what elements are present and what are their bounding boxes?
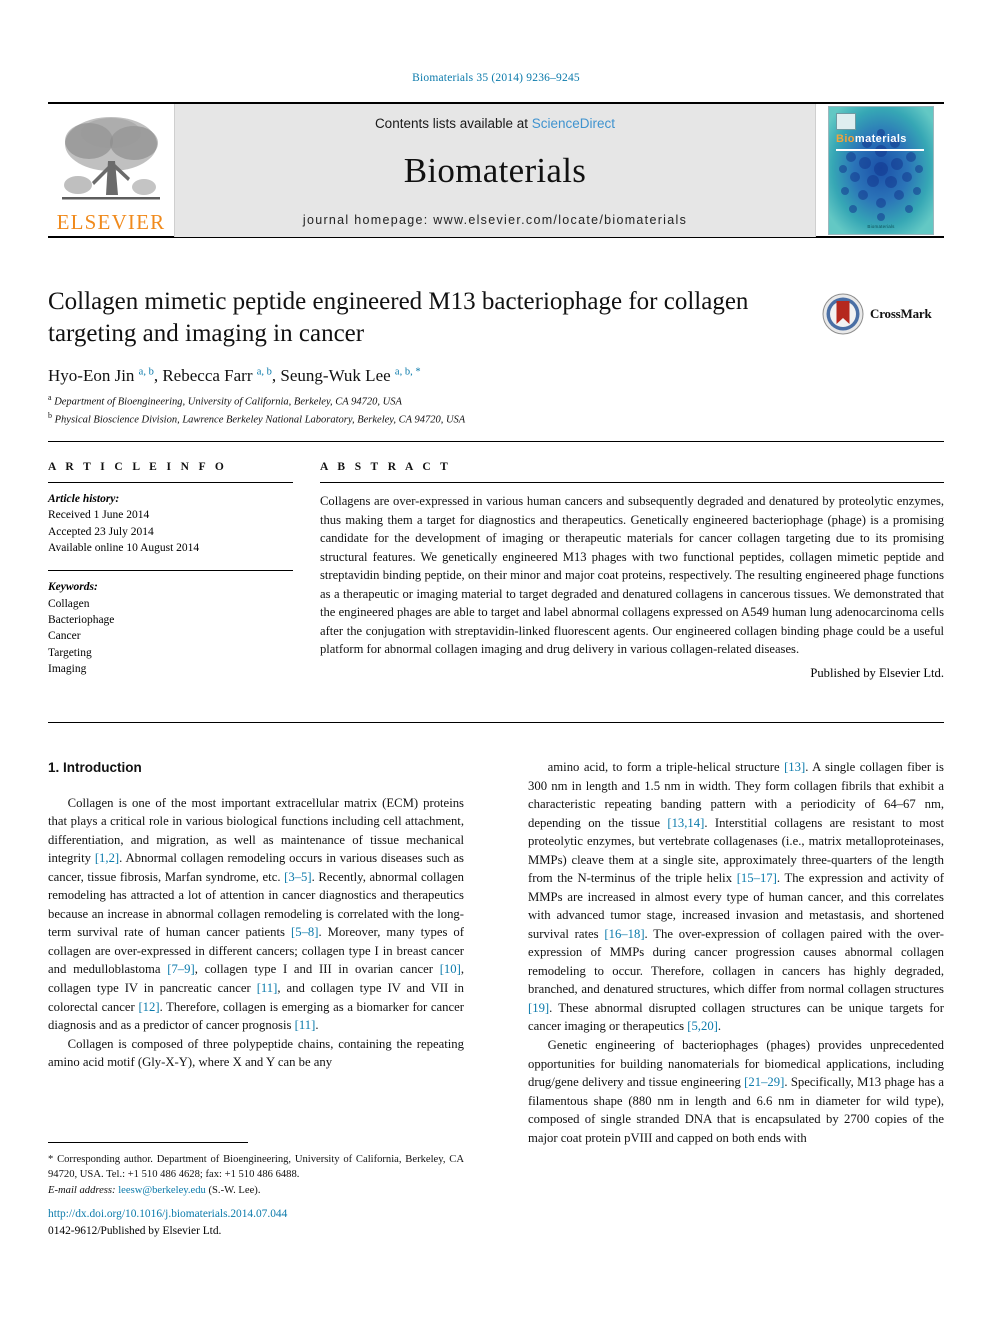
email-link[interactable]: leesw@berkeley.edu <box>118 1185 206 1196</box>
email-suffix: (S.-W. Lee). <box>208 1184 261 1196</box>
abstract-publisher-note: Published by Elsevier Ltd. <box>810 665 944 680</box>
sciencedirect-link[interactable]: ScienceDirect <box>532 116 615 131</box>
citation-link[interactable]: [5–8] <box>291 925 318 939</box>
abstract-rule <box>320 482 944 483</box>
abstract-column: A B S T R A C T Collagens are over-expre… <box>320 461 944 681</box>
journal-cover-thumbnail: Biomaterials Biomaterials <box>818 104 944 237</box>
citation-link[interactable]: [11] <box>257 981 278 995</box>
keyword-item: Cancer <box>48 630 81 643</box>
cover-footer-text: Biomaterials <box>867 224 895 229</box>
citation-link[interactable]: [19] <box>528 1001 549 1015</box>
contents-prefix: Contents lists available at <box>374 116 532 131</box>
email-label: E-mail address: <box>48 1184 116 1196</box>
history-item: Accepted 23 July 2014 <box>48 525 154 538</box>
cover-title-materials: materials <box>854 133 907 145</box>
keywords-separator <box>48 570 293 572</box>
crossmark-icon <box>822 293 864 335</box>
journal-masthead: ELSEVIER Contents lists available at Sci… <box>48 102 944 238</box>
body-column-left: 1. Introduction Collagen is one of the m… <box>48 758 464 1072</box>
citation-link[interactable]: [5,20] <box>687 1019 718 1033</box>
paragraph: Collagen is one of the most important ex… <box>48 795 465 1033</box>
abstract-bottom-rule <box>48 722 944 723</box>
journal-article-page: Biomaterials 35 (2014) 9236–9245 ELSEVIE… <box>0 0 992 1323</box>
elsevier-logo: ELSEVIER <box>48 104 174 237</box>
affiliation-a-text: Department of Bioengineering, University… <box>54 396 402 408</box>
running-head: Biomaterials 35 (2014) 9236–9245 <box>412 72 580 84</box>
abstract-heading: A B S T R A C T <box>320 461 452 473</box>
cover-image: Biomaterials Biomaterials <box>828 106 934 235</box>
affiliation-b: b Physical Bioscience Division, Lawrence… <box>48 410 466 426</box>
crossmark-badge[interactable]: CrossMark <box>822 292 940 336</box>
citation-link[interactable]: [16–18] <box>604 927 644 941</box>
citation-link[interactable]: [15–17] <box>737 871 777 885</box>
elsevier-wordmark: ELSEVIER <box>56 210 166 234</box>
citation-link[interactable]: [10] <box>440 962 461 976</box>
citation-link[interactable]: [11] <box>295 1018 316 1032</box>
author-list: Hyo-Eon Jin a, b, Rebecca Farr a, b, Seu… <box>48 366 421 385</box>
article-info-heading: A R T I C L E I N F O <box>48 461 228 473</box>
article-info-rule <box>48 482 293 483</box>
keyword-item: Collagen <box>48 597 90 610</box>
contents-available-line: Contents lists available at ScienceDirec… <box>375 116 615 131</box>
keywords-group: Keywords: Collagen Bacteriophage Cancer … <box>48 579 293 677</box>
affiliation-list: a Department of Bioengineering, Universi… <box>48 392 838 427</box>
journal-homepage-link[interactable]: journal homepage: www.elsevier.com/locat… <box>303 213 687 227</box>
info-top-rule <box>48 441 944 442</box>
cover-divider <box>836 149 924 151</box>
paragraph: amino acid, to form a triple-helical str… <box>528 760 944 1034</box>
masthead-center: Contents lists available at ScienceDirec… <box>174 104 816 237</box>
history-item: Received 1 June 2014 <box>48 509 150 522</box>
article-history-label: Article history: <box>48 493 120 505</box>
citation-link[interactable]: [12] <box>138 1000 159 1014</box>
title-block: Collagen mimetic peptide engineered M13 … <box>48 286 838 386</box>
paragraph: Genetic engineering of bacteriophages (p… <box>528 1037 944 1145</box>
article-title: Collagen mimetic peptide engineered M13 … <box>48 288 749 347</box>
paragraph: Collagen is composed of three polypeptid… <box>48 1036 464 1070</box>
elsevier-tree-icon <box>56 111 166 211</box>
citation-link[interactable]: [13] <box>784 760 805 774</box>
cover-title: Biomaterials <box>836 133 907 145</box>
doi-link[interactable]: http://dx.doi.org/10.1016/j.biomaterials… <box>48 1206 468 1223</box>
history-item: Available online 10 August 2014 <box>48 541 200 554</box>
article-history-group: Article history: Received 1 June 2014 Ac… <box>48 491 293 556</box>
citation-link[interactable]: [3–5] <box>284 870 311 884</box>
cover-publisher-badge <box>836 113 856 130</box>
footer-doi-block: http://dx.doi.org/10.1016/j.biomaterials… <box>48 1206 468 1240</box>
corresponding-author-footnote: * Corresponding author. Department of Bi… <box>48 1152 464 1198</box>
journal-title: Biomaterials <box>403 151 587 190</box>
keyword-item: Targeting <box>48 646 92 659</box>
citation-link[interactable]: [7–9] <box>167 962 194 976</box>
footnote-rule <box>48 1142 248 1143</box>
crossmark-label: CrossMark <box>870 306 932 321</box>
citation-link[interactable]: [13,14] <box>667 816 704 830</box>
affiliation-b-text: Physical Bioscience Division, Lawrence B… <box>54 414 466 426</box>
article-info-column: A R T I C L E I N F O Article history: R… <box>48 461 293 677</box>
issn-line: 0142-9612/Published by Elsevier Ltd. <box>48 1225 222 1238</box>
section-heading-introduction: 1. Introduction <box>48 760 142 775</box>
keywords-label: Keywords: <box>48 581 98 594</box>
corresponding-author-text: * Corresponding author. Department of Bi… <box>48 1154 464 1181</box>
citation-link[interactable]: [21–29] <box>744 1075 784 1089</box>
abstract-text: Collagens are over-expressed in various … <box>320 494 944 656</box>
cover-title-bio: Bio <box>836 133 855 145</box>
body-column-right: amino acid, to form a triple-helical str… <box>528 758 944 1147</box>
keyword-item: Bacteriophage <box>48 613 115 626</box>
affiliation-a: a Department of Bioengineering, Universi… <box>48 393 402 408</box>
keyword-item: Imaging <box>48 662 87 675</box>
citation-link[interactable]: [1,2] <box>95 851 119 865</box>
